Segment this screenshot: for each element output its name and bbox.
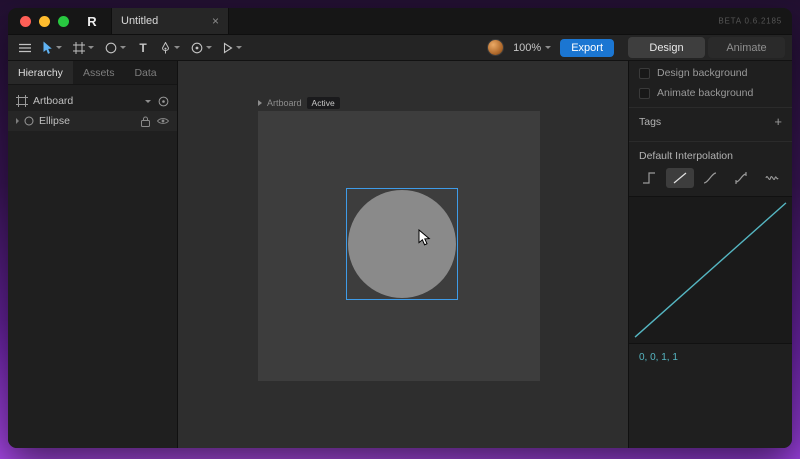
toolbar-right: 100% Export Design Animate	[487, 37, 785, 58]
zoom-value: 100%	[513, 41, 542, 54]
interpolation-graph[interactable]	[629, 196, 792, 344]
tree-row-artboard[interactable]: Artboard	[8, 91, 177, 111]
tab-assets[interactable]: Assets	[73, 61, 125, 84]
tab-data[interactable]: Data	[124, 61, 166, 84]
selection-bounds[interactable]	[346, 188, 458, 300]
curve-values-label: 0, 0, 1, 1	[639, 352, 678, 363]
animate-background-row: Animate background	[629, 81, 792, 101]
left-sidebar: Hierarchy Assets Data Artboard Ellipse	[8, 61, 178, 448]
tab-hierarchy[interactable]: Hierarchy	[8, 61, 73, 84]
design-background-checkbox[interactable]	[639, 67, 650, 79]
beta-version-label: BETA 0.6.2185	[718, 16, 782, 26]
play-icon	[223, 41, 233, 54]
pen-tool-icon	[161, 41, 170, 53]
interp-cubic-button[interactable]	[696, 168, 725, 188]
interp-linear-button[interactable]	[665, 168, 695, 188]
add-tag-button[interactable]: +	[774, 115, 782, 128]
active-artboard-icon[interactable]	[158, 96, 169, 107]
hamburger-icon	[19, 43, 31, 52]
panel-tabs: Hierarchy Assets Data	[8, 61, 177, 85]
file-tab[interactable]: Untitled ×	[111, 8, 229, 34]
text-tool-icon: T	[139, 40, 147, 55]
tree-item-label: Artboard	[33, 95, 74, 107]
close-window-button[interactable]	[20, 15, 31, 27]
elastic-curve-icon	[765, 176, 779, 180]
interp-hold-button[interactable]	[635, 168, 664, 188]
artboard-header[interactable]: Artboard Active	[258, 97, 340, 109]
hierarchy-tree: Artboard Ellipse	[8, 85, 177, 137]
text-tool-button[interactable]: T	[133, 38, 153, 58]
mouse-cursor-icon	[418, 229, 431, 246]
interp-elastic-button[interactable]	[757, 168, 786, 188]
file-tab-title: Untitled	[121, 15, 159, 27]
state-machine-icon	[191, 42, 203, 53]
interp-cubic-value-button[interactable]	[727, 168, 756, 188]
canvas[interactable]: Artboard Active	[178, 61, 628, 448]
close-tab-icon[interactable]: ×	[212, 15, 219, 27]
window-controls	[8, 15, 79, 27]
chevron-down-icon[interactable]	[88, 46, 94, 49]
rive-logo[interactable]: R	[79, 14, 105, 29]
pen-tool-button[interactable]	[156, 38, 184, 58]
linear-curve-icon	[673, 172, 687, 184]
design-background-label: Design background	[657, 67, 748, 79]
chevron-down-icon[interactable]	[206, 46, 212, 49]
mode-toggle: Design Animate	[628, 37, 785, 58]
app-window: R Untitled × BETA 0.6.2185 T 100% Export…	[8, 8, 792, 448]
state-machine-tool-button[interactable]	[187, 38, 216, 58]
user-avatar[interactable]	[487, 39, 505, 56]
artboard-tool-icon	[73, 41, 85, 54]
zoom-window-button[interactable]	[58, 15, 69, 27]
hold-curve-icon	[643, 172, 656, 184]
animate-mode-button[interactable]: Animate	[708, 37, 785, 58]
chevron-down-icon[interactable]	[145, 99, 151, 103]
chevron-down-icon[interactable]	[545, 46, 552, 49]
artboard-marker-icon	[258, 100, 262, 106]
inspector-panel: Design background Animate background Tag…	[628, 61, 792, 448]
minimize-window-button[interactable]	[39, 15, 50, 27]
interpolation-buttons	[629, 168, 792, 196]
ellipse-tool-icon	[105, 42, 117, 53]
eye-icon[interactable]	[157, 117, 169, 125]
zoom-control[interactable]: 100%	[513, 41, 552, 54]
tree-item-label: Ellipse	[39, 115, 70, 127]
chevron-down-icon[interactable]	[56, 46, 62, 49]
active-badge: Active	[306, 97, 340, 109]
linear-curve-plot	[634, 202, 787, 338]
main-area: Hierarchy Assets Data Artboard Ellipse A…	[8, 61, 792, 448]
preview-tool-button[interactable]	[219, 38, 246, 58]
toolbar: T 100% Export Design Animate	[8, 34, 792, 61]
chevron-down-icon[interactable]	[174, 46, 180, 49]
artboard-icon	[16, 95, 28, 107]
animate-background-checkbox[interactable]	[639, 87, 650, 99]
animate-background-label: Animate background	[657, 87, 754, 99]
chevron-right-icon[interactable]	[16, 118, 19, 124]
chevron-down-icon[interactable]	[120, 46, 126, 49]
titlebar: R Untitled × BETA 0.6.2185	[8, 8, 792, 34]
menu-button[interactable]	[15, 38, 35, 58]
shape-tool-button[interactable]	[101, 38, 130, 58]
chevron-down-icon[interactable]	[236, 46, 242, 49]
select-tool-button[interactable]	[38, 38, 66, 58]
design-background-row: Design background	[629, 61, 792, 81]
interpolation-title: Default Interpolation	[639, 150, 733, 162]
cursor-icon	[43, 41, 52, 54]
lock-icon[interactable]	[141, 116, 150, 127]
cubic-value-curve-icon	[735, 172, 747, 184]
tags-title: Tags	[639, 115, 662, 128]
artboard-name[interactable]: Artboard	[267, 98, 302, 108]
tags-section-header: Tags +	[629, 108, 792, 135]
design-mode-button[interactable]: Design	[628, 37, 705, 58]
export-button[interactable]: Export	[560, 38, 614, 57]
cubic-curve-icon	[704, 172, 717, 184]
tree-row-ellipse[interactable]: Ellipse	[8, 111, 177, 131]
ellipse-icon	[24, 116, 34, 126]
artboard-tool-button[interactable]	[69, 38, 98, 58]
